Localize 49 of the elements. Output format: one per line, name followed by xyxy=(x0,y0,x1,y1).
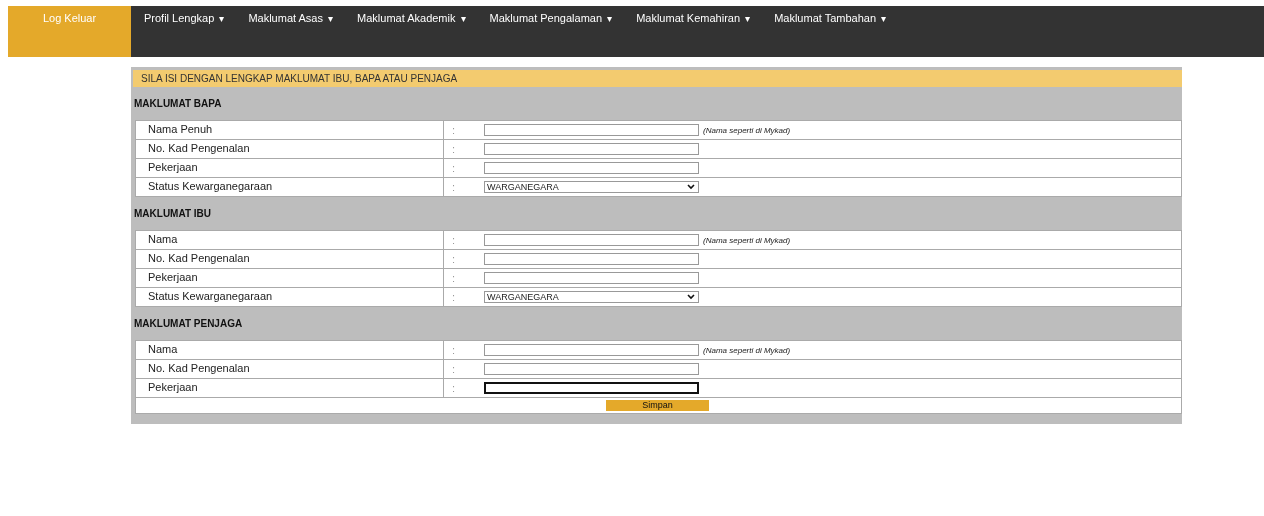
field-label: Pekerjaan xyxy=(136,159,444,177)
text-input-field[interactable] xyxy=(484,253,699,265)
field-label: No. Kad Pengenalan xyxy=(136,360,444,378)
field-label: Nama xyxy=(136,341,444,359)
text-input-field[interactable] xyxy=(484,124,699,136)
dropdown-field[interactable]: WARGANEGARA xyxy=(484,181,699,193)
colon-separator: : xyxy=(451,181,457,193)
save-button[interactable]: Simpan xyxy=(606,400,709,411)
colon-separator: : xyxy=(451,363,457,375)
dropdown-field[interactable]: WARGANEGARA xyxy=(484,291,699,303)
nav-menu-item[interactable]: Profil Lengkap ▾ xyxy=(144,6,237,57)
colon-separator: : xyxy=(451,291,457,303)
field-label: Nama Penuh xyxy=(136,121,444,139)
section-title: MAKLUMAT PENJAGA xyxy=(133,317,244,331)
text-input-field[interactable] xyxy=(484,363,699,375)
nav-menu-item[interactable]: Maklumat Akademik ▾ xyxy=(357,6,478,57)
text-input-field[interactable] xyxy=(484,382,699,394)
nav-menu-item[interactable]: Maklumat Kemahiran ▾ xyxy=(636,6,763,57)
notice-banner: SILA ISI DENGAN LENGKAP MAKLUMAT IBU, BAPA ATAU PENJAGA xyxy=(133,70,1182,87)
colon-separator: : xyxy=(451,143,457,155)
section-title: MAKLUMAT BAPA xyxy=(133,97,223,111)
colon-separator: : xyxy=(451,344,457,356)
colon-separator: : xyxy=(451,272,457,284)
field-label: Pekerjaan xyxy=(136,269,444,287)
nav-menu-item[interactable]: Maklumat Tambahan ▾ xyxy=(774,6,899,57)
text-input-field[interactable] xyxy=(484,143,699,155)
field-hint: (Nama seperti di Mykad) xyxy=(703,235,791,245)
colon-separator: : xyxy=(451,124,457,136)
colon-separator: : xyxy=(451,162,457,174)
chevron-down-icon xyxy=(687,294,695,300)
field-hint: (Nama seperti di Mykad) xyxy=(703,345,791,355)
nav-menu-item[interactable]: Maklumat Pengalaman ▾ xyxy=(489,6,625,57)
text-input-field[interactable] xyxy=(484,272,699,284)
chevron-down-icon xyxy=(687,184,695,190)
field-label: Pekerjaan xyxy=(136,379,444,397)
field-hint: (Nama seperti di Mykad) xyxy=(703,125,791,135)
field-label: Nama xyxy=(136,231,444,249)
colon-separator: : xyxy=(451,234,457,246)
section-title: MAKLUMAT IBU xyxy=(133,207,213,221)
text-input-field[interactable] xyxy=(484,234,699,246)
colon-separator: : xyxy=(451,253,457,265)
field-label: No. Kad Pengenalan xyxy=(136,140,444,158)
colon-separator: : xyxy=(451,382,457,394)
field-label: Status Kewarganegaraan xyxy=(136,178,444,196)
field-label: No. Kad Pengenalan xyxy=(136,250,444,268)
field-label: Status Kewarganegaraan xyxy=(136,288,444,306)
text-input-field[interactable] xyxy=(484,344,699,356)
text-input-field[interactable] xyxy=(484,162,699,174)
nav-menu-item[interactable]: Maklumat Asas ▾ xyxy=(248,6,346,57)
